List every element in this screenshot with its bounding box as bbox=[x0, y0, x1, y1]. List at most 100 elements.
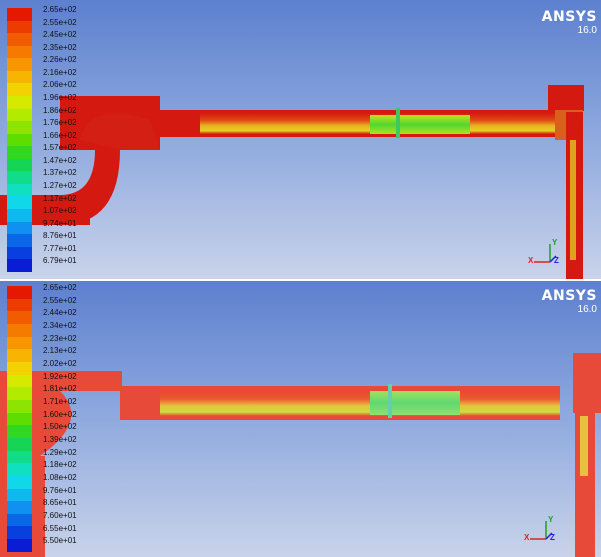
legend-label: 7.60e+01 bbox=[43, 511, 77, 520]
legend-swatch bbox=[7, 259, 32, 272]
legend-label: 2.35e+02 bbox=[43, 42, 77, 52]
legend-label: 1.57e+02 bbox=[43, 143, 77, 153]
legend-swatch bbox=[7, 121, 32, 134]
legend-swatch bbox=[7, 221, 32, 235]
legend-swatch bbox=[7, 58, 32, 71]
legend-label: 1.27e+02 bbox=[43, 181, 77, 190]
legend-label: 9.74e+01 bbox=[43, 218, 77, 228]
legend-swatch bbox=[7, 336, 32, 350]
axis-z-label: Z bbox=[554, 256, 559, 265]
color-legend-bar bbox=[7, 8, 32, 272]
axis-triad-icon: X Y Z bbox=[526, 238, 562, 270]
brand-name: ANSYS bbox=[541, 288, 597, 304]
legend-swatch bbox=[7, 539, 32, 552]
legend-label: 1.39e+02 bbox=[43, 435, 77, 444]
legend-swatch bbox=[7, 437, 32, 451]
legend-label: 8.65e+01 bbox=[43, 498, 77, 508]
legend-label: 1.17e+02 bbox=[43, 193, 77, 203]
contour-panel-top: 2.65e+02 2.55e+02 2.45e+02 2.35e+02 2.26e+02… bbox=[0, 0, 601, 279]
legend-swatch bbox=[7, 298, 32, 312]
axis-y-label: Y bbox=[548, 515, 554, 524]
legend-swatch bbox=[7, 133, 32, 147]
legend-label: 6.79e+01 bbox=[43, 256, 77, 266]
legend-swatch bbox=[7, 450, 32, 464]
legend-swatch bbox=[7, 526, 32, 540]
legend-swatch bbox=[7, 209, 32, 222]
legend-swatch bbox=[7, 8, 32, 21]
legend-label: 2.55e+02 bbox=[43, 17, 77, 27]
legend-label: 1.86e+02 bbox=[43, 105, 77, 115]
legend-swatch bbox=[7, 158, 32, 172]
legend-swatch bbox=[7, 146, 32, 159]
orifice-plate bbox=[396, 108, 400, 138]
legend-swatch bbox=[7, 183, 32, 197]
pipe-contour-geometry bbox=[0, 85, 584, 279]
legend-label: 2.45e+02 bbox=[43, 30, 77, 40]
axis-z-label: Z bbox=[550, 533, 555, 542]
legend-label: 9.76e+01 bbox=[43, 485, 77, 495]
legend-label: 1.96e+02 bbox=[43, 93, 77, 102]
legend-swatch bbox=[7, 286, 32, 299]
legend-swatch bbox=[7, 246, 32, 260]
orifice-plate bbox=[388, 384, 392, 418]
legend-label: 1.07e+02 bbox=[43, 206, 77, 216]
version-label: 16.0 bbox=[577, 25, 597, 36]
ansys-logo: ANSYS 16.0 bbox=[542, 9, 597, 36]
legend-label: 1.37e+02 bbox=[43, 168, 77, 178]
brand-name: ANSYS bbox=[541, 9, 597, 25]
legend-label: 1.66e+02 bbox=[43, 130, 77, 140]
legend-label: 1.71e+02 bbox=[43, 397, 77, 406]
legend-swatch bbox=[7, 311, 32, 324]
legend-label: 2.65e+02 bbox=[43, 283, 77, 292]
legend-label: 1.92e+02 bbox=[43, 371, 77, 381]
legend-label: 2.23e+02 bbox=[43, 333, 77, 343]
legend-swatch bbox=[7, 70, 32, 84]
version-label: 16.0 bbox=[577, 304, 597, 315]
legend-label: 2.13e+02 bbox=[43, 346, 77, 356]
legend-swatch bbox=[7, 488, 32, 502]
axis-x-label: X bbox=[528, 256, 534, 265]
legend-swatch bbox=[7, 45, 32, 59]
legend-label: 2.55e+02 bbox=[43, 295, 77, 305]
color-legend-bar bbox=[7, 286, 32, 552]
legend-label: 1.29e+02 bbox=[43, 447, 77, 457]
pipe-contour-geometry bbox=[0, 353, 601, 557]
legend-swatch bbox=[7, 501, 32, 514]
legend-swatch bbox=[7, 171, 32, 184]
legend-swatch bbox=[7, 196, 32, 209]
legend-label: 7.77e+01 bbox=[43, 243, 77, 253]
legend-swatch bbox=[7, 83, 32, 96]
legend-swatch bbox=[7, 374, 32, 388]
ansys-logo: ANSYS 16.0 bbox=[542, 288, 597, 315]
legend-swatch bbox=[7, 399, 32, 413]
legend-label: 1.76e+02 bbox=[43, 118, 77, 128]
legend-swatch bbox=[7, 33, 32, 46]
legend-label: 1.08e+02 bbox=[43, 473, 77, 482]
legend-label: 1.81e+02 bbox=[43, 384, 77, 394]
contour-panel-bottom: 2.65e+02 2.55e+02 2.44e+02 2.34e+02 2.23e+02… bbox=[0, 281, 601, 557]
legend-swatch bbox=[7, 108, 32, 122]
axis-triad-icon: X Y Z bbox=[522, 515, 558, 547]
legend-label: 2.02e+02 bbox=[43, 359, 77, 368]
legend-swatch bbox=[7, 361, 32, 375]
legend-swatch bbox=[7, 463, 32, 476]
legend-label: 1.47e+02 bbox=[43, 155, 77, 165]
legend-label: 1.18e+02 bbox=[43, 460, 77, 470]
legend-swatch bbox=[7, 323, 32, 337]
legend-label: 2.06e+02 bbox=[43, 80, 77, 90]
axis-y-label: Y bbox=[552, 238, 558, 247]
legend-swatch bbox=[7, 475, 32, 489]
legend-label: 2.26e+02 bbox=[43, 55, 77, 65]
legend-swatch bbox=[7, 412, 32, 426]
legend-label: 2.16e+02 bbox=[43, 67, 77, 77]
legend-label: 1.50e+02 bbox=[43, 422, 77, 432]
legend-label: 1.60e+02 bbox=[43, 409, 77, 419]
legend-label: 2.65e+02 bbox=[43, 5, 77, 14]
legend-label: 2.34e+02 bbox=[43, 321, 77, 330]
legend-label: 2.44e+02 bbox=[43, 308, 77, 318]
axis-x-label: X bbox=[524, 533, 530, 542]
legend-swatch bbox=[7, 387, 32, 400]
legend-swatch bbox=[7, 513, 32, 527]
legend-swatch bbox=[7, 425, 32, 438]
legend-swatch bbox=[7, 20, 32, 34]
